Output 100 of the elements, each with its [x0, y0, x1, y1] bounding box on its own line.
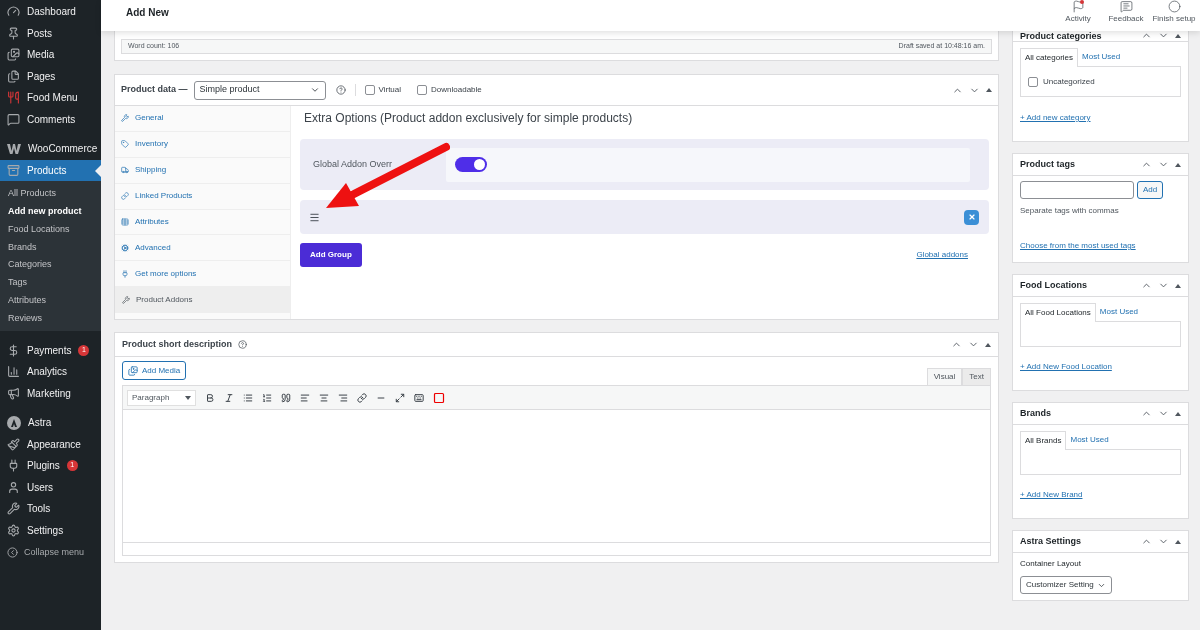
collapse-menu-button[interactable]: Collapse menu [0, 541, 101, 563]
editor-mode-tab[interactable]: Visual [926, 368, 963, 385]
media-icon [128, 365, 138, 376]
box-icon [7, 163, 20, 177]
add-group-button[interactable]: Add Group [300, 243, 362, 267]
collapse-triangle-icon[interactable] [986, 88, 992, 92]
drag-handle-icon[interactable] [309, 211, 320, 223]
fullscreen-icon[interactable] [395, 392, 405, 403]
layout-select[interactable]: Customizer Setting [1020, 576, 1112, 594]
comment-icon [1119, 0, 1133, 13]
add-tag-button[interactable]: Add [1137, 181, 1164, 199]
sidebar-item[interactable]: Posts [0, 22, 101, 44]
product-data-tab[interactable]: Inventory [115, 131, 290, 158]
link-icon[interactable] [357, 392, 367, 403]
bar-chart-icon [7, 365, 20, 379]
product-data-tab[interactable]: Linked Products [115, 183, 290, 210]
collapse-triangle-icon[interactable] [1175, 162, 1181, 167]
editor-mode-tab[interactable]: Text [962, 368, 991, 385]
add-location-link[interactable]: + Add New Food Location [1020, 362, 1112, 371]
panel-tab[interactable]: All categories [1020, 48, 1079, 67]
panel-tab[interactable]: All Brands [1020, 431, 1067, 450]
product-data-tab[interactable]: Attributes [115, 209, 290, 236]
submenu-item[interactable]: Brands [0, 238, 101, 257]
italic-icon[interactable] [224, 392, 234, 403]
product-data-tab[interactable]: Shipping [115, 157, 290, 184]
panel-title: Product short description [122, 337, 232, 351]
tag-icon [121, 140, 129, 149]
sidebar-item[interactable]: Tools [0, 497, 101, 520]
header-action-button[interactable]: Finish setup [1150, 0, 1198, 25]
sidebar-item[interactable]: Food Menu [0, 87, 101, 109]
numbered-list-icon[interactable] [262, 392, 272, 403]
submenu-item[interactable]: All Products [0, 185, 101, 203]
table-icon [121, 218, 129, 226]
add-brand-link[interactable]: + Add New Brand [1020, 490, 1083, 499]
global-addons-link[interactable]: Global addons [916, 249, 968, 261]
sidebar-item[interactable]: WooCommerce [0, 138, 101, 160]
add-media-button[interactable]: Add Media [122, 361, 187, 380]
keyboard-icon[interactable] [414, 392, 424, 403]
truck-icon [121, 166, 129, 175]
flag-icon [1071, 0, 1085, 13]
align-right-icon[interactable] [338, 392, 348, 403]
sidebar-item[interactable]: Marketing [0, 382, 101, 404]
quote-icon[interactable] [281, 392, 291, 403]
add-category-link[interactable]: + Add new category [1020, 113, 1091, 122]
product-type-select[interactable]: Simple product [193, 80, 326, 100]
checkbox[interactable] [1028, 76, 1038, 87]
wrench-icon [121, 114, 129, 123]
sidebar-label: Marketing [27, 386, 71, 401]
most-used-tags-link[interactable]: Choose from the most used tags [1020, 241, 1136, 250]
panel-title: Food Locations [1020, 278, 1087, 292]
header-action-button[interactable]: Activity [1054, 0, 1102, 25]
submenu-item[interactable]: Add new product [0, 202, 101, 221]
align-center-icon[interactable] [319, 392, 329, 403]
toolbar-toggle-icon[interactable] [433, 391, 445, 404]
format-select[interactable]: Paragraph [127, 389, 196, 406]
submenu-item[interactable]: Reviews [0, 309, 101, 328]
remove-group-button[interactable] [964, 209, 979, 225]
align-left-icon[interactable] [300, 392, 310, 403]
collapse-triangle-icon[interactable] [985, 342, 991, 347]
panel-tab[interactable]: Most Used [1078, 48, 1125, 66]
sidebar-item[interactable]: Products [0, 159, 101, 181]
sidebar-item[interactable]: Settings [0, 519, 101, 541]
submenu-item[interactable]: Food Locations [0, 220, 101, 239]
sidebar-item[interactable]: Analytics [0, 360, 101, 383]
override-toggle[interactable] [455, 157, 487, 172]
bullet-list-icon[interactable] [243, 392, 253, 403]
sidebar-label: Food Menu [27, 91, 78, 106]
tag-input-field[interactable] [1020, 181, 1134, 199]
submenu-item[interactable]: Categories [0, 256, 101, 274]
bold-icon[interactable] [205, 392, 215, 403]
sidebar-item[interactable]: Users [0, 476, 101, 498]
submenu-item[interactable]: Tags [0, 274, 101, 292]
sidebar-item[interactable]: Comments [0, 108, 101, 130]
checkbox[interactable] [417, 85, 428, 95]
collapse-triangle-icon[interactable] [1175, 33, 1181, 38]
panel-tab[interactable]: Most Used [1066, 431, 1113, 449]
panel-tab[interactable]: All Food Locations [1020, 303, 1096, 322]
collapse-triangle-icon[interactable] [1175, 539, 1181, 544]
sidebar-item[interactable]: Media [0, 44, 101, 66]
submenu-item[interactable]: Attributes [0, 291, 101, 310]
sidebar-item[interactable]: Appearance [0, 433, 101, 455]
collapse-triangle-icon[interactable] [1175, 283, 1181, 288]
header-action-button[interactable]: Feedback [1102, 0, 1150, 25]
product-data-tab[interactable]: General [115, 106, 290, 132]
page-title: Add New [126, 6, 169, 20]
sidebar-item[interactable]: Astra [0, 411, 101, 434]
sidebar-item[interactable]: Dashboard [0, 1, 101, 23]
product-data-tab[interactable]: Product Addons [115, 287, 290, 314]
sidebar-label: WooCommerce [28, 142, 98, 157]
panel-title: Product tags [1020, 157, 1075, 171]
tags-hint: Separate tags with commas [1020, 205, 1120, 217]
sidebar-label: Appearance [27, 437, 81, 452]
checkbox-label: Uncategorized [1043, 75, 1095, 88]
product-data-tab[interactable]: Advanced [115, 235, 290, 262]
checkbox[interactable] [364, 85, 375, 95]
sidebar-label: Pages [27, 69, 56, 84]
pin-icon [7, 26, 20, 40]
collapse-triangle-icon[interactable] [1175, 411, 1181, 416]
panel-tab[interactable]: Most Used [1095, 303, 1143, 321]
sidebar-item[interactable]: Pages [0, 65, 101, 87]
